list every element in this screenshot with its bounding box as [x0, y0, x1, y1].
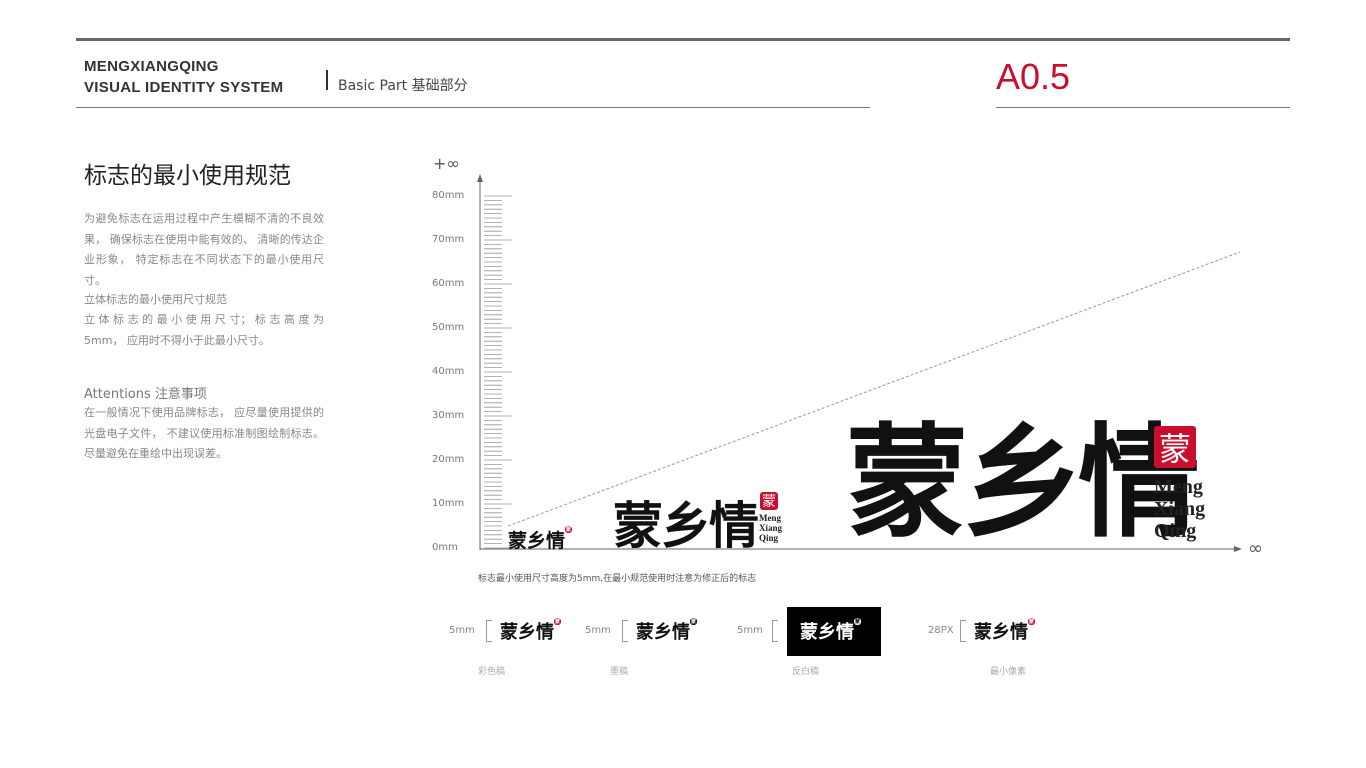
logo-english-medium: Meng Xiang Qing	[759, 513, 783, 543]
variant-label: 反白稿	[792, 667, 820, 677]
variant-label: 最小像素	[990, 667, 1027, 677]
logo-seal: 蒙	[565, 526, 573, 533]
variant-logo: 蒙乡情蒙	[974, 618, 1035, 643]
variant-label: 彩色稿	[478, 667, 506, 677]
logo-text: 蒙乡情	[613, 496, 759, 555]
logo-english-large: Meng Xiang Qing	[1154, 476, 1206, 542]
x-infinity-label: ∞	[1248, 538, 1263, 559]
size-bracket	[622, 620, 628, 642]
variant-logo: 蒙乡情蒙	[800, 618, 861, 643]
logo-medium: 蒙乡情	[613, 486, 759, 558]
y-tick-label: 10mm	[432, 498, 465, 509]
size-bracket	[772, 620, 778, 642]
chart-caption: 标志最小使用尺寸高度为5mm,在最小规范使用时注意为修正后的标志	[478, 574, 757, 584]
y-tick-label: 60mm	[432, 278, 465, 289]
variant-logo: 蒙乡情蒙	[636, 618, 697, 643]
logo-seal: 蒙	[760, 492, 778, 510]
logo-large: 蒙乡情	[846, 410, 1200, 554]
y-tick-label: 50mm	[432, 322, 465, 333]
variant-size: 5mm	[737, 625, 763, 636]
variant-size: 5mm	[449, 625, 475, 636]
logo-text: 蒙乡情	[846, 410, 1200, 554]
size-bracket	[486, 620, 492, 642]
y-tick-label: 0mm	[432, 542, 458, 553]
variant-size: 28PX	[928, 625, 954, 636]
y-tick-label: 20mm	[432, 454, 465, 465]
variant-label: 墨稿	[610, 667, 629, 677]
logo-text: 蒙乡情	[508, 530, 566, 552]
y-tick-label: 40mm	[432, 366, 465, 377]
y-tick-label: 30mm	[432, 410, 465, 421]
variant-size: 5mm	[585, 625, 611, 636]
y-tick-label: 70mm	[432, 234, 465, 245]
variant-logo: 蒙乡情蒙	[500, 618, 561, 643]
y-tick-label: 80mm	[432, 190, 465, 201]
size-bracket	[960, 620, 966, 642]
x-arrow	[1234, 546, 1242, 552]
logo-seal: 蒙	[1154, 426, 1196, 468]
ruler-svg	[477, 174, 1242, 552]
logo-small: 蒙乡情蒙	[508, 526, 573, 553]
y-arrow	[477, 174, 483, 182]
